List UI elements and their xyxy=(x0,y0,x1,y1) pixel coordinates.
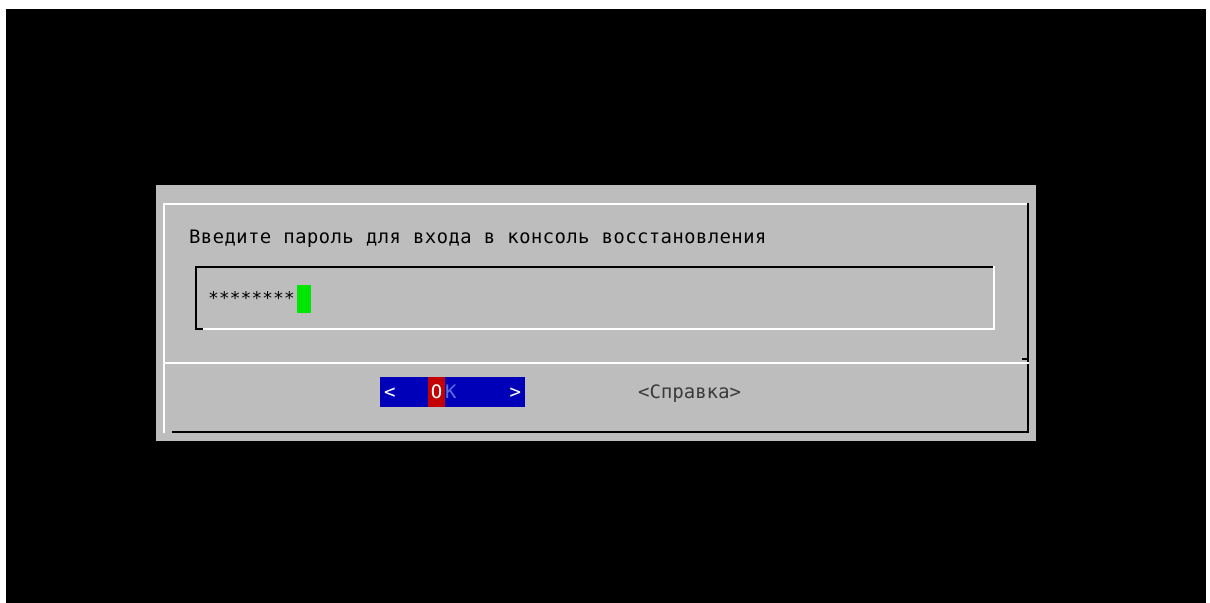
field-frame-top xyxy=(195,266,995,268)
dialog-frame-bottom xyxy=(172,431,1029,433)
text-cursor xyxy=(296,285,311,313)
field-frame-corner xyxy=(195,328,203,330)
ok-open-bracket: < xyxy=(384,381,396,403)
field-frame-right xyxy=(993,266,995,330)
console-screen: Введите пароль для входа в консоль восст… xyxy=(6,9,1206,603)
separator-dark-tick xyxy=(1022,358,1029,360)
ok-hotkey-letter: O xyxy=(428,377,445,407)
ok-label-rest: K xyxy=(445,381,457,403)
dialog-frame-left xyxy=(163,203,165,433)
password-value: ******** xyxy=(208,285,311,313)
password-field[interactable] xyxy=(195,266,995,330)
help-button[interactable]: <Справка> xyxy=(638,377,741,407)
dialog-frame-top xyxy=(163,203,1029,205)
password-dialog: Введите пароль для входа в консоль восст… xyxy=(156,185,1036,441)
button-area-separator xyxy=(163,362,1029,364)
ok-button[interactable]: < O K > xyxy=(380,377,525,407)
field-frame-left xyxy=(195,266,197,330)
password-prompt: Введите пароль для входа в консоль восст… xyxy=(189,226,767,248)
masked-password: ******** xyxy=(208,288,295,309)
ok-close-bracket: > xyxy=(509,381,521,403)
field-frame-bottom xyxy=(203,328,995,330)
dialog-frame-right xyxy=(1027,203,1029,433)
